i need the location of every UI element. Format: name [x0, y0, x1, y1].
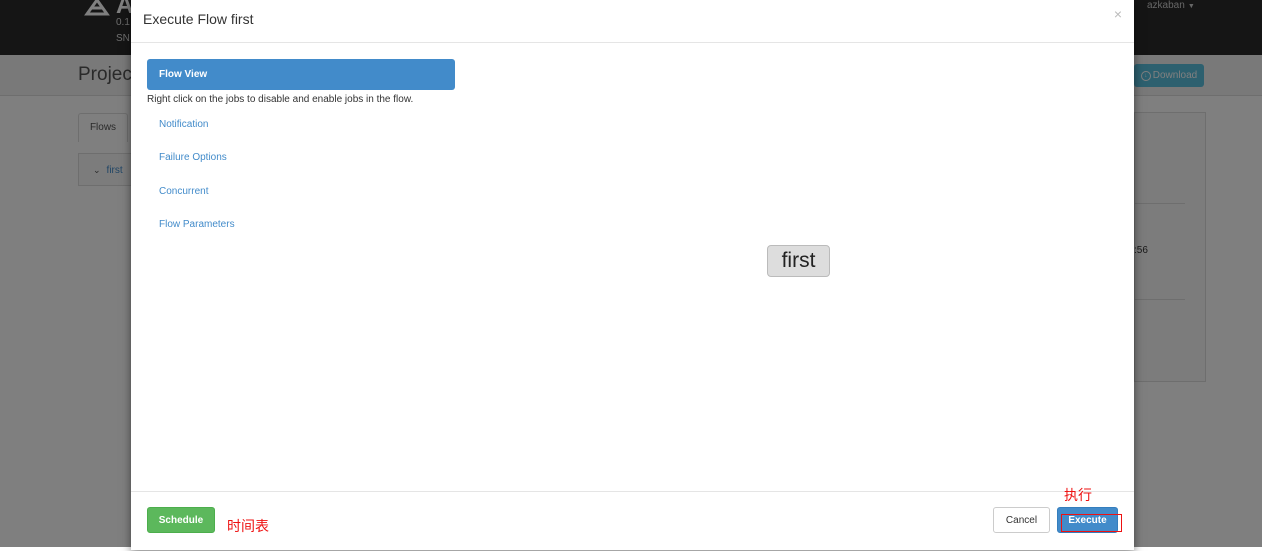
nav-flow-parameters[interactable]: Flow Parameters: [159, 219, 235, 230]
nav-flow-view[interactable]: Flow View: [147, 59, 455, 90]
cancel-button[interactable]: Cancel: [993, 507, 1050, 533]
modal-header: Execute Flow first ×: [131, 0, 1134, 43]
modal-title: Execute Flow first: [143, 11, 254, 27]
nav-notification[interactable]: Notification: [159, 119, 208, 130]
job-node-first[interactable]: first: [767, 245, 830, 277]
modal-footer: Schedule Cancel Execute: [131, 491, 1134, 551]
nav-concurrent[interactable]: Concurrent: [159, 186, 208, 197]
execute-flow-modal: Execute Flow first × Flow View Right cli…: [131, 0, 1134, 550]
close-icon[interactable]: ×: [1114, 6, 1122, 22]
execute-highlight-box: [1061, 514, 1122, 532]
flow-view-hint: Right click on the jobs to disable and e…: [147, 94, 414, 105]
nav-failure-options[interactable]: Failure Options: [159, 152, 227, 163]
schedule-button[interactable]: Schedule: [147, 507, 215, 533]
schedule-annotation: 时间表: [227, 518, 269, 534]
execute-annotation: 执行: [1064, 487, 1092, 503]
